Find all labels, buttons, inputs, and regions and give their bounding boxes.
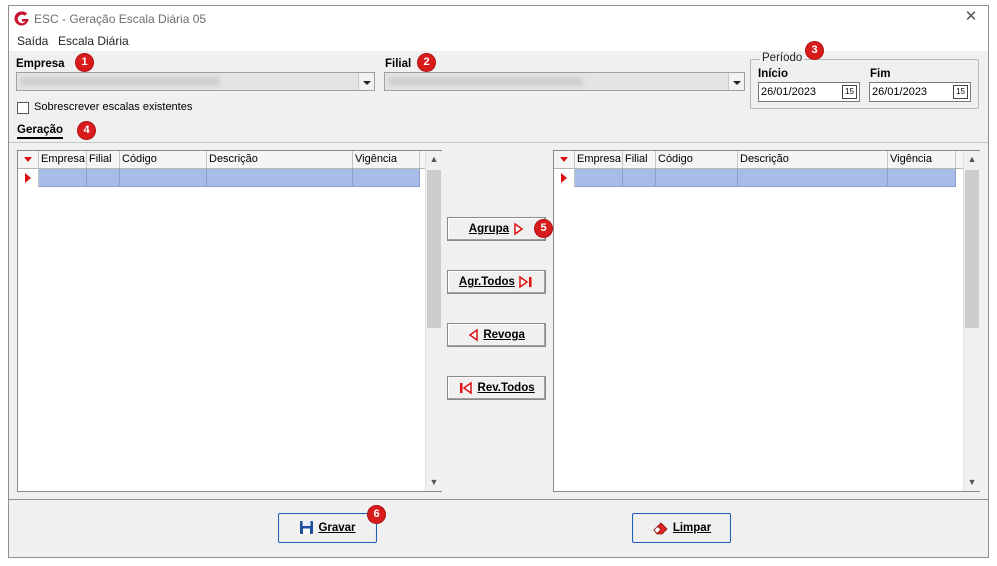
empresa-label: Empresa — [16, 58, 65, 70]
table-cell[interactable] — [738, 169, 888, 187]
calendar-icon[interactable]: 15 — [953, 85, 968, 99]
table-row[interactable] — [18, 169, 420, 187]
gravar-button[interactable]: Gravar — [278, 513, 377, 543]
tab-geracao[interactable]: Geração — [17, 124, 64, 139]
table-cell[interactable] — [353, 169, 420, 187]
menu-escala-diaria[interactable]: Escala Diária — [58, 34, 129, 48]
row-pointer-icon — [554, 169, 575, 187]
table-cell[interactable] — [656, 169, 738, 187]
fim-date-field[interactable]: 26/01/2023 15 — [869, 82, 971, 102]
agr-todos-button[interactable]: Agr.Todos — [447, 270, 546, 294]
save-icon — [300, 521, 314, 535]
callout-badge-6: 6 — [368, 506, 385, 523]
callout-badge-3: 3 — [806, 42, 823, 59]
agrupa-label: Agrupa — [468, 223, 510, 235]
arrow-right-all-icon — [519, 275, 532, 289]
filial-select[interactable] — [384, 72, 745, 91]
table-cell[interactable] — [888, 169, 956, 187]
overwrite-checkbox[interactable] — [17, 102, 29, 114]
col-descricao[interactable]: Descrição — [738, 151, 888, 168]
inicio-date-field[interactable]: 26/01/2023 15 — [758, 82, 860, 102]
calendar-icon[interactable]: 15 — [842, 85, 857, 99]
sort-indicator-icon[interactable] — [18, 151, 39, 168]
col-filial[interactable]: Filial — [87, 151, 120, 168]
table-cell[interactable] — [575, 169, 623, 187]
arrow-right-icon — [514, 222, 524, 236]
title-bar: ESC - Geração Escala Diária 05 ✕ — [9, 6, 988, 31]
arrow-left-all-icon — [460, 381, 473, 395]
scroll-down-icon[interactable]: ▼ — [426, 474, 442, 491]
col-empresa[interactable]: Empresa — [39, 151, 87, 168]
left-grid-scrollbar[interactable]: ▲ ▼ — [425, 151, 442, 491]
revoga-label: Revoga — [483, 329, 525, 341]
limpar-label: Limpar — [672, 522, 712, 534]
row-pointer-icon — [18, 169, 39, 187]
table-row[interactable] — [554, 169, 956, 187]
chevron-down-icon[interactable] — [358, 73, 374, 90]
filial-value-blurred — [388, 77, 583, 86]
scroll-up-icon[interactable]: ▲ — [964, 151, 980, 168]
sort-indicator-icon[interactable] — [554, 151, 575, 168]
scroll-thumb[interactable] — [427, 170, 441, 328]
table-cell[interactable] — [207, 169, 353, 187]
gravar-label: Gravar — [318, 522, 356, 534]
col-filial[interactable]: Filial — [623, 151, 656, 168]
menu-saida[interactable]: Saída — [17, 34, 48, 48]
col-empresa[interactable]: Empresa — [575, 151, 623, 168]
rev-todos-button[interactable]: Rev.Todos — [447, 376, 546, 400]
scroll-thumb[interactable] — [965, 170, 979, 328]
callout-badge-1: 1 — [76, 54, 93, 71]
filial-label: Filial — [385, 58, 412, 70]
menu-bar: Saída Escala Diária — [9, 31, 988, 51]
eraser-icon — [653, 522, 668, 535]
chevron-down-icon[interactable] — [728, 73, 744, 90]
window-title: ESC - Geração Escala Diária 05 — [34, 12, 207, 26]
periodo-title: Período — [760, 52, 805, 64]
col-vigencia[interactable]: Vigência — [888, 151, 956, 168]
callout-badge-4: 4 — [78, 122, 95, 139]
empresa-value-blurred — [20, 77, 220, 86]
col-codigo[interactable]: Código — [656, 151, 738, 168]
revoga-button[interactable]: Revoga — [447, 323, 546, 347]
available-grid[interactable]: Empresa Filial Código Descrição Vigência… — [17, 150, 442, 492]
col-descricao[interactable]: Descrição — [207, 151, 353, 168]
scroll-up-icon[interactable]: ▲ — [426, 151, 442, 168]
right-grid-scrollbar[interactable]: ▲ ▼ — [963, 151, 980, 491]
limpar-button[interactable]: Limpar — [632, 513, 731, 543]
table-cell[interactable] — [623, 169, 656, 187]
empresa-select[interactable] — [16, 72, 375, 91]
selected-grid[interactable]: Empresa Filial Código Descrição Vigência… — [553, 150, 980, 492]
grid-header: Empresa Filial Código Descrição Vigência — [554, 151, 963, 169]
geracao-panel: Empresa Filial Código Descrição Vigência… — [9, 143, 988, 500]
close-icon[interactable]: ✕ — [964, 9, 978, 25]
rev-todos-label: Rev.Todos — [477, 382, 535, 394]
inicio-date-value: 26/01/2023 — [761, 86, 817, 98]
col-vigencia[interactable]: Vigência — [353, 151, 420, 168]
fim-label: Fim — [870, 68, 891, 80]
table-cell[interactable] — [39, 169, 87, 187]
overwrite-label: Sobrescrever escalas existentes — [34, 101, 193, 113]
agrupa-button[interactable]: Agrupa — [447, 217, 546, 241]
main-window: ESC - Geração Escala Diária 05 ✕ Saída E… — [8, 5, 989, 558]
app-logo-icon — [14, 11, 29, 26]
table-cell[interactable] — [87, 169, 120, 187]
arrow-left-icon — [468, 328, 478, 342]
agr-todos-label: Agr.Todos — [458, 276, 515, 288]
grid-header: Empresa Filial Código Descrição Vigência — [18, 151, 425, 169]
callout-badge-5: 5 — [535, 220, 552, 237]
col-codigo[interactable]: Código — [120, 151, 207, 168]
scroll-down-icon[interactable]: ▼ — [964, 474, 980, 491]
table-cell[interactable] — [120, 169, 207, 187]
callout-badge-2: 2 — [418, 54, 435, 71]
inicio-label: Início — [758, 68, 789, 80]
fim-date-value: 26/01/2023 — [872, 86, 928, 98]
